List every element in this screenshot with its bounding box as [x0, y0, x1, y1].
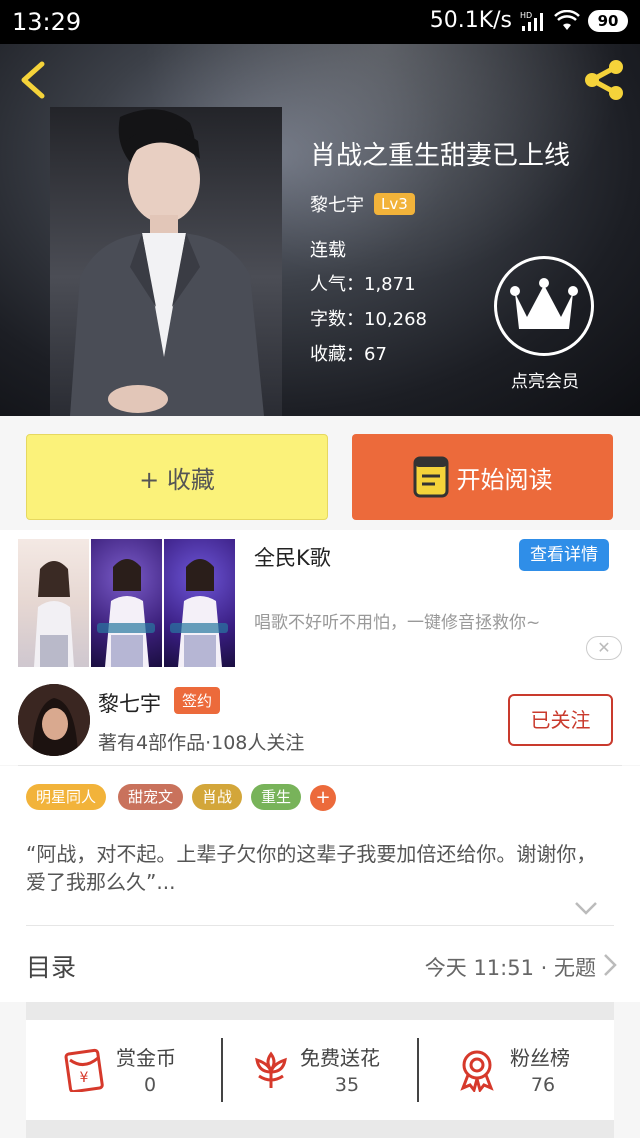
- free-flowers-stat[interactable]: 免费送花 35: [223, 1020, 417, 1120]
- synopsis-section[interactable]: “阿战，对不起。上辈子欠你的这辈子我要加倍还给你。谢谢你，爱了我那么久”...: [0, 824, 640, 926]
- fan-ranking-value: 76: [530, 1074, 556, 1096]
- reward-coins-value: 0: [143, 1074, 157, 1096]
- ad-close-icon[interactable]: ✕: [586, 636, 622, 660]
- medal-icon: [460, 1050, 494, 1092]
- vip-label[interactable]: 点亮会员: [500, 367, 590, 392]
- author-name[interactable]: 黎七宇: [98, 688, 161, 718]
- vip-button[interactable]: [494, 256, 594, 356]
- follow-button[interactable]: 已关注: [508, 694, 613, 746]
- ad-thumbnail-2[interactable]: [91, 539, 162, 667]
- author-stats: 著有4部作品·108人关注: [98, 732, 305, 754]
- chevron-down-icon[interactable]: [574, 900, 598, 916]
- tag-0[interactable]: 明星同人: [26, 784, 107, 810]
- signal-icon: HD: [520, 11, 543, 31]
- crown-icon: [510, 278, 578, 329]
- book-cover-image[interactable]: [50, 107, 282, 416]
- ad-title[interactable]: 全民K歌: [254, 542, 331, 572]
- start-reading-label: 开始阅读: [456, 465, 553, 494]
- tag-2[interactable]: 肖战: [192, 784, 243, 810]
- ad-singer-illustration-2: [97, 559, 155, 667]
- latest-chapter[interactable]: 今天 11:51 · 无题: [425, 952, 596, 982]
- ad-singer-illustration-3: [170, 559, 228, 667]
- catalog-row[interactable]: 目录 今天 11:51 · 无题: [0, 926, 640, 1002]
- wifi-icon: [554, 9, 580, 30]
- ad-singer-illustration-1: [34, 561, 74, 667]
- network-speed: 50.1K/s: [429, 8, 512, 33]
- status-time: 13:29: [12, 8, 82, 36]
- section-separator: [26, 1002, 614, 1020]
- catalog-title: 目录: [26, 953, 77, 982]
- action-bar: + 收藏 开始阅读: [0, 416, 640, 526]
- red-envelope-icon: ¥: [64, 1048, 104, 1092]
- chevron-right-icon[interactable]: [602, 953, 618, 977]
- ad-banner[interactable]: 全民K歌 查看详情 唱歌不好听不用怕，一键修音拯救你~ ✕: [0, 530, 640, 670]
- book-detail-page: 13:29 50.1K/s HD 90 肖战之重生甜妻已上线 黎七宇 Lv3 连…: [0, 0, 640, 1138]
- add-tag-button[interactable]: +: [310, 785, 336, 811]
- ad-thumbnail-3[interactable]: [164, 539, 235, 667]
- ad-description: 唱歌不好听不用怕，一键修音拯救你~: [254, 613, 541, 633]
- signed-badge: 签约: [174, 687, 221, 714]
- reward-coins-stat[interactable]: ¥ 赏金币 0: [26, 1020, 221, 1120]
- flower-icon: [255, 1051, 287, 1088]
- cover-person-illustration: [70, 109, 264, 416]
- popularity-stat: 人气：1,871: [310, 274, 416, 295]
- reward-stats: ¥ 赏金币 0 免费送花 35 粉丝榜 76: [26, 1020, 614, 1120]
- collect-button[interactable]: + 收藏: [26, 434, 328, 520]
- level-badge: Lv3: [374, 193, 415, 215]
- reward-coins-label: 赏金币: [116, 1046, 176, 1070]
- svg-text:HD: HD: [520, 11, 532, 20]
- free-flowers-label: 免费送花: [300, 1046, 380, 1070]
- ad-thumbnail-1[interactable]: [18, 539, 89, 667]
- fan-ranking-label: 粉丝榜: [510, 1046, 570, 1070]
- svg-text:¥: ¥: [80, 1070, 89, 1086]
- status-indicators: 50.1K/s HD 90: [430, 8, 628, 33]
- book-title: 肖战之重生甜妻已上线: [310, 141, 571, 171]
- book-icon: [413, 456, 448, 498]
- start-reading-button[interactable]: 开始阅读: [352, 434, 613, 520]
- back-arrow-icon[interactable]: [14, 58, 54, 102]
- book-hero: 肖战之重生甜妻已上线 黎七宇 Lv3 连载 人气：1,871 字数：10,268…: [0, 44, 640, 416]
- battery-indicator: 90: [588, 9, 628, 32]
- serial-status: 连载: [310, 240, 346, 261]
- section-separator: [26, 1120, 614, 1138]
- hero-author-row[interactable]: 黎七宇 Lv3: [310, 191, 415, 217]
- favorites-stat: 收藏：67: [310, 344, 387, 365]
- word-count-stat: 字数：10,268: [310, 309, 427, 330]
- synopsis-text: “阿战，对不起。上辈子欠你的这辈子我要加倍还给你。谢谢你，爱了我那么久”...: [26, 842, 597, 894]
- avatar-portrait: [18, 684, 90, 756]
- tags-row: 明星同人 甜宠文 肖战 重生 +: [0, 766, 640, 824]
- author-card[interactable]: 黎七宇 签约 著有4部作品·108人关注 已关注: [0, 670, 640, 765]
- share-icon[interactable]: [580, 56, 628, 104]
- ad-detail-button[interactable]: 查看详情: [519, 539, 609, 571]
- free-flowers-value: 35: [334, 1074, 360, 1096]
- tag-1[interactable]: 甜宠文: [118, 784, 184, 810]
- author-avatar[interactable]: [18, 684, 90, 756]
- fan-ranking-stat[interactable]: 粉丝榜 76: [419, 1020, 614, 1120]
- hero-author-name[interactable]: 黎七宇: [310, 191, 364, 217]
- status-bar: 13:29 50.1K/s HD 90: [0, 0, 640, 44]
- tag-3[interactable]: 重生: [251, 784, 302, 810]
